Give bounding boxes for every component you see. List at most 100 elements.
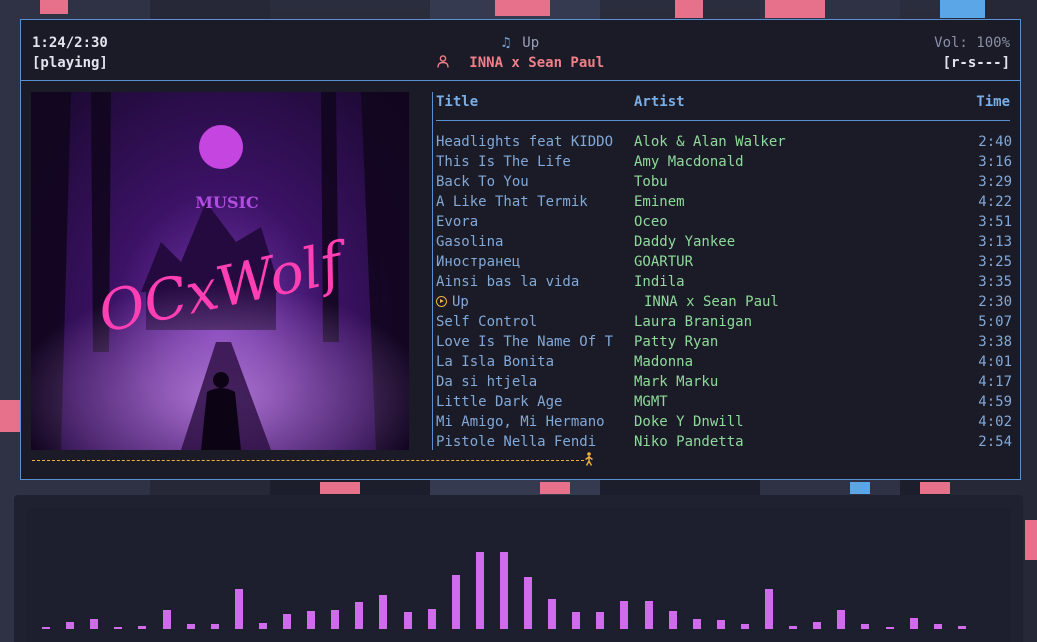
now-playing-icon [436,296,447,307]
track-artist: Daddy Yankee [634,234,736,250]
playlist-row[interactable]: Иностранец GOARTUR 3:25 [436,252,1012,272]
column-header-artist[interactable]: Artist [634,92,685,112]
music-note-icon: ♫ [501,35,511,51]
track-title-text: Иностранец [436,254,521,270]
spectrum-bar [66,622,74,629]
track-title: Иностранец [436,252,631,272]
spectrum-bar [813,622,821,629]
track-title: Mi Amigo, Mi Hermano [436,412,631,432]
playlist-row[interactable]: Da si htjela Mark Marku 4:17 [436,372,1012,392]
track-title: Headlights feat KIDDO [436,132,631,152]
playlist-row[interactable]: A Like That Termik Eminem 4:22 [436,192,1012,212]
playlist-header-divider [436,120,1010,121]
track-artist: Amy Macdonald [634,154,744,170]
playlist: Headlights feat KIDDO Alok & Alan Walker 2… [436,132,1012,452]
neon-window [320,482,360,494]
playlist-row[interactable]: Love Is The Name Of T Patty Ryan 3:38 [436,332,1012,352]
playlist-row[interactable]: Self Control Laura Branigan 5:07 [436,312,1012,332]
playlist-row[interactable]: La Isla Bonita Madonna 4:01 [436,352,1012,372]
neon-window [850,482,870,494]
spectrum-bar [90,619,98,629]
spectrum-bar [307,611,315,629]
person-icon [437,55,457,71]
playlist-row[interactable]: Little Dark Age MGMT 4:59 [436,392,1012,412]
track-title-text: Self Control [436,314,538,330]
playlist-row[interactable]: Ainsi bas la vida Indila 3:35 [436,272,1012,292]
spectrum-bars [26,508,1011,642]
neon-window [765,0,825,18]
playlist-row[interactable]: Mi Amigo, Mi Hermano Doke Y Dnwill 4:02 [436,412,1012,432]
album-art: MUSIC OCxWolf [31,92,409,450]
track-duration: 5:07 [978,314,1012,330]
track-duration: 2:30 [978,294,1012,310]
spectrum-bar [404,612,412,629]
spectrum-bar [645,601,653,629]
track-artist: Madonna [634,354,694,370]
track-title-text: A Like That Termik [436,194,588,210]
playlist-row-current[interactable]: Up INNA x Sean Paul 2:30 [436,292,1012,312]
spectrum-bar [114,627,122,629]
track-artist: Niko Pandetta [634,434,744,450]
spectrum-bar [500,552,508,629]
spectrum-bar [934,624,942,629]
playlist-row[interactable]: Headlights feat KIDDO Alok & Alan Walker 2… [436,132,1012,152]
track-artist: Tobu [634,174,668,190]
track-title-text: Headlights feat KIDDO [436,134,614,150]
playlist-row[interactable]: Pistole Nella Fendi Niko Pandetta 2:54 [436,432,1012,452]
track-duration: 3:25 [978,254,1012,270]
track-duration: 4:01 [978,354,1012,370]
playlist-row[interactable]: Back To You Tobu 3:29 [436,172,1012,192]
spectrum-bar [259,623,267,629]
playlist-row[interactable]: Evora Oceo 3:51 [436,212,1012,232]
player-options: Vol: 100% [r-s---] [934,33,1010,73]
track-title-text: Da si htjela [436,374,538,390]
spectrum-bar [886,627,894,629]
column-header-title[interactable]: Title [436,92,478,112]
track-title-text: Ainsi bas la vida [436,274,580,290]
neon-window [0,400,20,432]
track-title: La Isla Bonita [436,352,631,372]
track-duration: 4:02 [978,414,1012,430]
spectrum-bar [187,624,195,629]
spectrum-bar [476,552,484,629]
mode-flags[interactable]: [r-s---] [934,53,1010,73]
track-title: Evora [436,212,631,232]
track-duration: 2:54 [978,434,1012,450]
track-artist: Patty Ryan [634,334,719,350]
track-artist: Laura Branigan [634,314,753,330]
track-duration: 4:17 [978,374,1012,390]
spectrum-bar [379,595,387,629]
spectrum-bar [42,627,50,629]
track-title-text: Gasolina [436,234,504,250]
neon-window [920,482,950,494]
column-header-time[interactable]: Time [976,92,1010,112]
playlist-row[interactable]: Gasolina Daddy Yankee 3:13 [436,232,1012,252]
progress-bar[interactable] [32,460,584,463]
track-duration: 3:35 [978,274,1012,290]
playlist-row[interactable]: This Is The Life Amy Macdonald 3:16 [436,152,1012,172]
progress-walker-icon [584,452,594,470]
volume-level[interactable]: Vol: 100% [934,33,1010,53]
spectrum-bar [548,599,556,629]
spectrum-bar [910,618,918,629]
track-title-text: Up [452,294,469,310]
music-player-window: 1:24/2:30 [playing] ♫ Up INNA x Sean Paul… [20,19,1021,480]
track-duration: 3:51 [978,214,1012,230]
spectrum-bar [620,601,628,629]
spectrum-bar [428,609,436,629]
track-title: Love Is The Name Of T [436,332,631,352]
track-title: Little Dark Age [436,392,631,412]
neon-window [495,0,550,16]
spectrum-bar [163,610,171,629]
track-duration: 3:16 [978,154,1012,170]
spectrum-bar [861,624,869,629]
neon-window [40,0,68,14]
track-title-text: Little Dark Age [436,394,563,410]
spectrum-bar [717,620,725,629]
spectrum-bar [572,612,580,629]
spectrum-bar [958,626,966,629]
spectrum-bar [211,624,219,629]
neon-window [675,0,703,18]
spectrum-bar [283,614,291,629]
spectrum-bar [789,626,797,629]
